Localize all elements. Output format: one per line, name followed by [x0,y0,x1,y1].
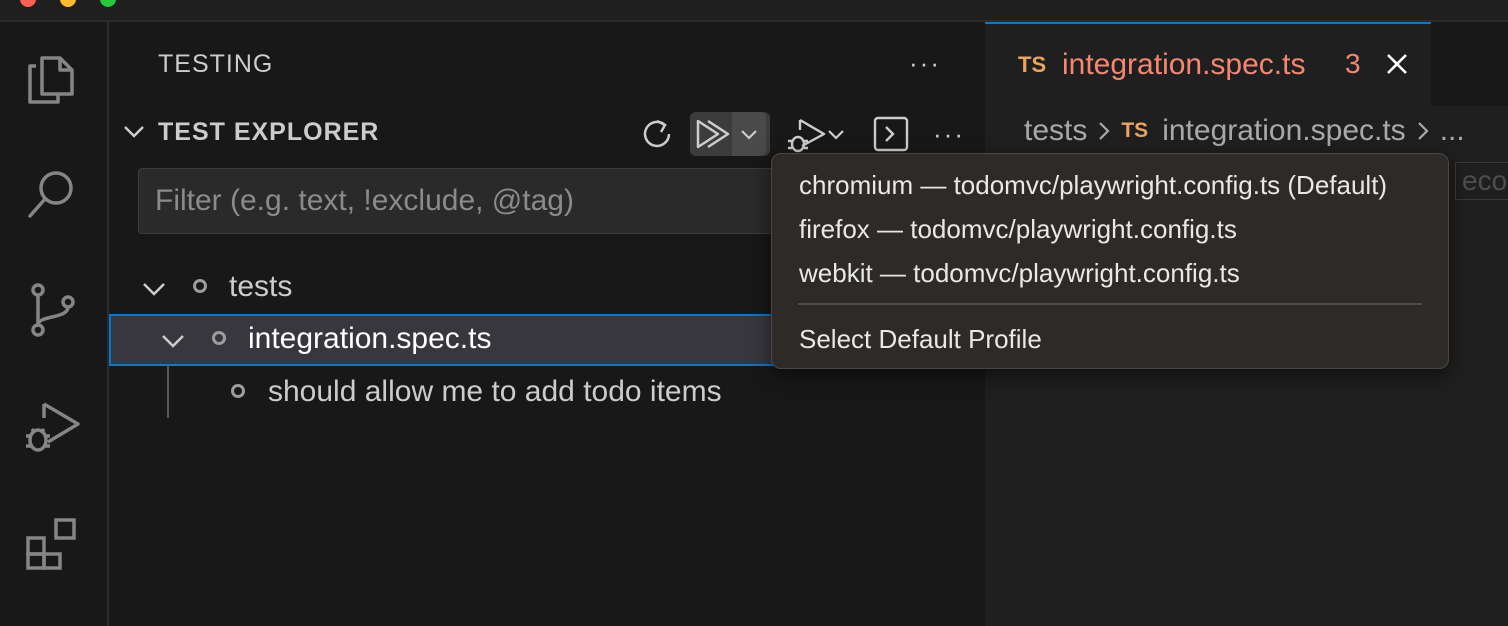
run-tests-icon [696,119,730,149]
run-profile-dropdown[interactable] [732,112,766,156]
breadcrumb-item[interactable]: ... [1440,114,1465,148]
chevron-down-icon [741,130,757,140]
breadcrumb-item[interactable]: tests [1024,114,1087,148]
editor-tab-integration-spec[interactable]: TS integration.spec.ts 3 [985,22,1431,106]
debug-tests-button[interactable] [780,112,852,156]
chevron-down-icon[interactable] [121,118,147,144]
test-explorer-section-header[interactable]: TEST EXPLORER ··· [109,112,983,156]
chevron-down-icon[interactable] [159,326,187,354]
tab-label: integration.spec.ts [1062,48,1306,81]
explorer-icon[interactable] [20,46,84,110]
run-profile-menu: chromium — todomvc/playwright.config.ts … [771,153,1449,369]
test-status-circle-icon [231,384,245,398]
refresh-icon [643,119,671,148]
refresh-tests-button[interactable] [635,112,679,156]
section-title: TEST EXPLORER [158,118,380,146]
chevron-down-icon[interactable] [140,274,168,302]
menu-item-label: webkit — todomvc/playwright.config.ts [799,258,1240,288]
test-status-circle-icon [193,279,207,293]
terminal-icon [873,116,909,152]
test-filter[interactable] [138,168,788,234]
menu-item-label: Select Default Profile [799,324,1042,354]
tree-item-test-case[interactable]: should allow me to add todo items [109,367,983,419]
close-window-button[interactable] [20,0,36,7]
run-debug-icon[interactable] [20,394,84,458]
title-bar [0,0,1508,22]
menu-item-firefox[interactable]: firefox — todomvc/playwright.config.ts [772,208,1450,250]
menu-divider [798,303,1422,305]
menu-item-label: chromium — todomvc/playwright.config.ts … [799,170,1388,200]
test-status-circle-icon [212,331,226,345]
run-tests-button[interactable] [690,112,770,156]
tree-item-label: integration.spec.ts [248,322,492,355]
chevron-right-icon [1099,122,1110,140]
typescript-file-icon: TS [1121,119,1149,142]
breadcrumb-item[interactable]: integration.spec.ts [1162,114,1405,148]
problem-count-badge: 3 [1345,48,1361,79]
tree-item-label: should allow me to add todo items [268,375,722,408]
chevron-right-icon [1417,122,1429,140]
typescript-file-icon: TS [1018,52,1047,77]
activity-bar [0,22,109,626]
sidebar-title: TESTING [158,50,274,78]
editor-tabs: TS integration.spec.ts 3 [985,22,1508,106]
search-icon[interactable] [20,162,84,226]
code-text: ecor [1455,162,1508,200]
show-output-button[interactable] [869,112,913,156]
menu-item-select-default-profile[interactable]: Select Default Profile [772,318,1450,360]
section-more-button[interactable]: ··· [929,112,969,156]
tree-item-label: tests [229,270,293,303]
close-icon[interactable] [1383,50,1411,78]
breadcrumb: tests TS integration.spec.ts ... [1024,114,1465,148]
debug-tests-icon [788,118,826,153]
source-control-icon[interactable] [20,278,84,342]
chevron-down-icon[interactable] [826,124,846,144]
minimize-window-button[interactable] [60,0,76,7]
menu-item-webkit[interactable]: webkit — todomvc/playwright.config.ts [772,252,1450,294]
menu-item-chromium[interactable]: chromium — todomvc/playwright.config.ts … [772,164,1450,206]
extensions-icon[interactable] [20,510,84,574]
zoom-window-button[interactable] [100,0,116,7]
menu-item-label: firefox — todomvc/playwright.config.ts [799,214,1237,244]
sidebar-more-button[interactable]: ··· [909,48,941,79]
filter-input[interactable] [139,169,787,233]
